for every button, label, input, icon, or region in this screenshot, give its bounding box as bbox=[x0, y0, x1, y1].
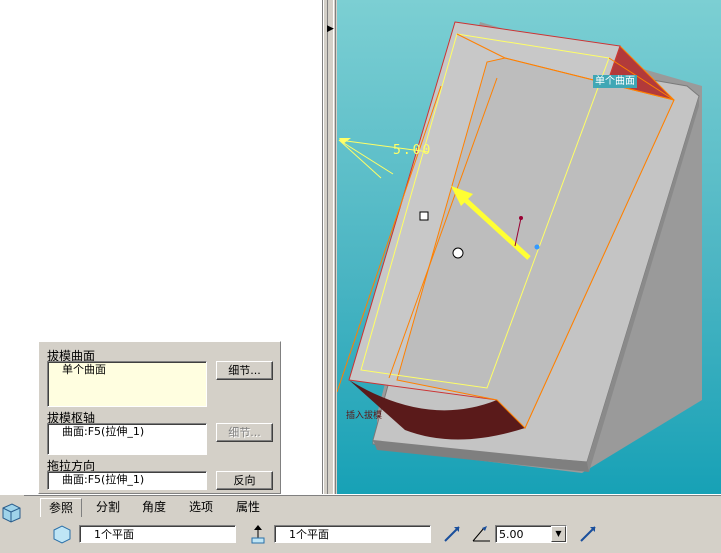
tab-angles[interactable]: 角度 bbox=[134, 498, 174, 516]
draft-surfaces-field[interactable]: 1个平面 bbox=[79, 525, 236, 543]
list-item[interactable]: 单个曲面 bbox=[48, 362, 206, 377]
angle-dropdown-chevron-down-icon[interactable]: ▼ bbox=[551, 526, 566, 542]
insert-draft-label: 插入拔模 bbox=[346, 411, 383, 421]
angle-dimension-text[interactable]: 5.00 bbox=[393, 143, 432, 158]
list-item[interactable]: 曲面:F5(拉伸_1) bbox=[48, 472, 206, 487]
pull-direction-icon[interactable] bbox=[248, 524, 268, 544]
pull-direction-field[interactable]: 1个平面 bbox=[274, 525, 431, 543]
draft-dashboard: 参照 分割 角度 选项 属性 1个平面 1个平面 5.00 ▼ bbox=[0, 494, 721, 553]
references-panel: 拔模曲面 单个曲面 细节... 拔模枢轴 曲面:F5(拉伸_1) 细节... 拖… bbox=[38, 341, 281, 494]
splitter-grip bbox=[327, 0, 334, 494]
draft-surfaces-detail-button[interactable]: 细节... bbox=[216, 361, 273, 380]
draft-feature-icon bbox=[2, 503, 21, 523]
draft-surfaces-collector[interactable]: 单个曲面 bbox=[47, 361, 207, 407]
tab-properties[interactable]: 属性 bbox=[228, 498, 268, 516]
flip-pull-direction-icon[interactable] bbox=[442, 524, 462, 544]
tab-split[interactable]: 分割 bbox=[88, 498, 128, 516]
handle-circle bbox=[452, 247, 464, 259]
single-surface-tag[interactable]: 单个曲面 bbox=[593, 75, 637, 88]
panel-splitter[interactable]: ▶ bbox=[323, 0, 336, 494]
flip-angle-icon[interactable] bbox=[578, 524, 598, 544]
draft-surface-icon[interactable] bbox=[52, 524, 72, 544]
graphics-viewport[interactable]: 5.00 单个曲面 插入拔模 bbox=[337, 0, 721, 494]
handle-square bbox=[419, 211, 429, 221]
tab-references[interactable]: 参照 bbox=[40, 498, 83, 517]
list-item[interactable]: 曲面:F5(拉伸_1) bbox=[48, 424, 206, 439]
collapse-arrow-icon[interactable]: ▶ bbox=[327, 24, 334, 34]
draft-hinge-collector[interactable]: 曲面:F5(拉伸_1) bbox=[47, 423, 207, 455]
model-render bbox=[337, 21, 702, 473]
pull-direction-collector[interactable]: 曲面:F5(拉伸_1) bbox=[47, 471, 207, 490]
reverse-button[interactable]: 反向 bbox=[216, 471, 273, 490]
tab-options[interactable]: 选项 bbox=[181, 498, 221, 516]
angle-icon bbox=[472, 526, 490, 542]
draft-hinge-detail-button: 细节... bbox=[216, 423, 273, 442]
